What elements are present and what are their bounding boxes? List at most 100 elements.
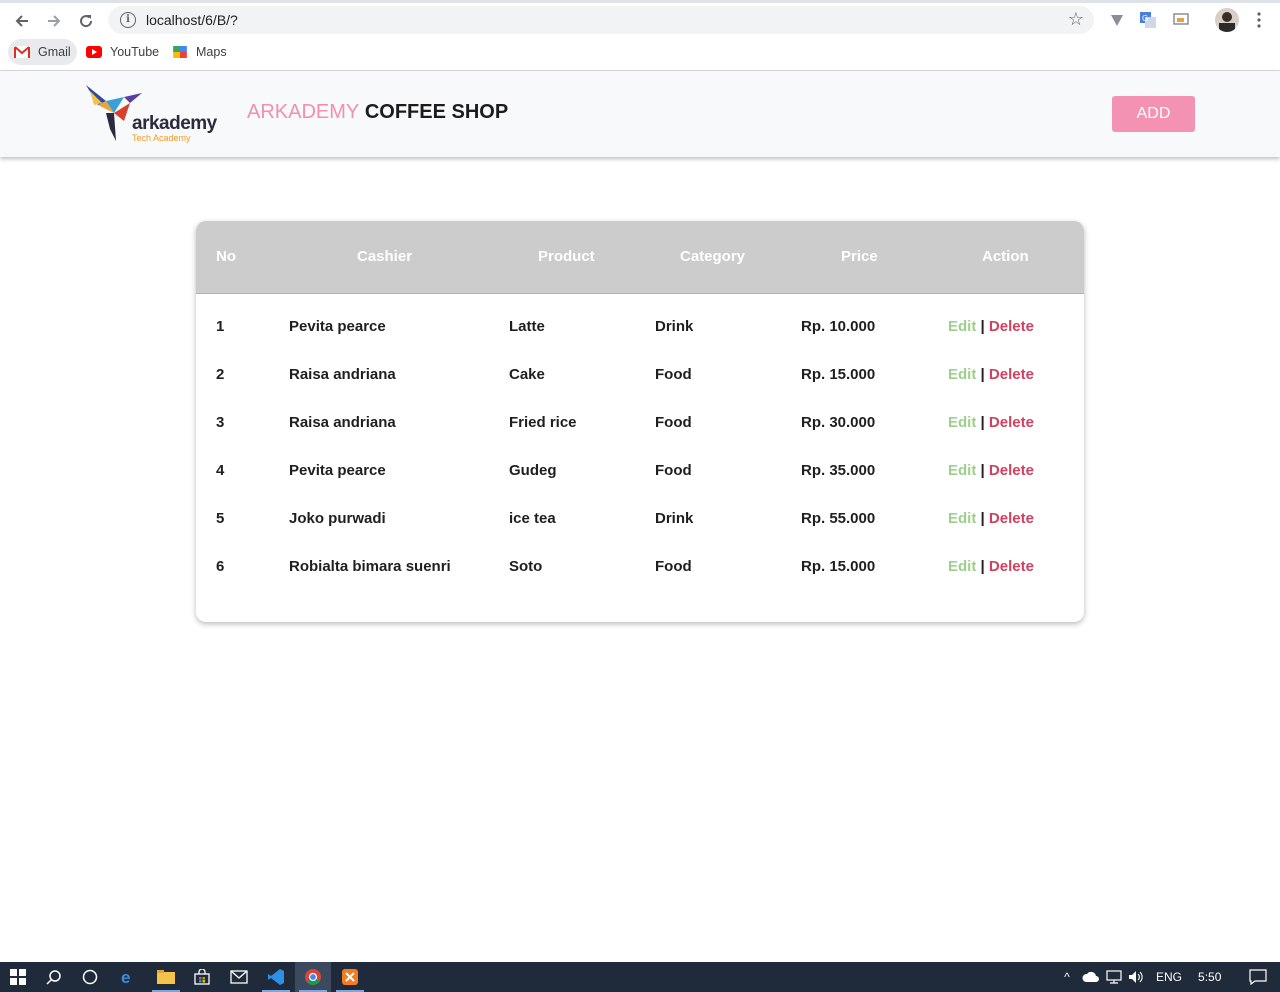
delete-link[interactable]: Delete: [989, 462, 1034, 479]
cell-price: Rp. 10.000: [801, 318, 876, 335]
logo-wordmark: arkademy: [132, 113, 217, 134]
cell-product: Soto: [509, 558, 543, 575]
reload-button[interactable]: [73, 8, 99, 34]
cell-no: 5: [216, 510, 225, 527]
search-icon: [46, 970, 61, 985]
page-title: ARKADEMY COFFEE SHOP: [247, 101, 508, 124]
table-row: 5 Joko purwadi ice tea Drink Rp. 55.000 …: [196, 510, 1084, 558]
add-button[interactable]: ADD: [1112, 96, 1195, 132]
cell-action: Edit | Delete: [948, 366, 1034, 384]
taskbar-xampp[interactable]: [332, 962, 368, 992]
cell-cashier: Robialta bimara suenri: [289, 558, 451, 575]
brand-main: COFFEE SHOP: [364, 101, 509, 123]
delete-link[interactable]: Delete: [989, 318, 1034, 335]
reload-icon: [80, 15, 93, 28]
profile-avatar[interactable]: [1215, 8, 1239, 32]
edit-link[interactable]: Edit: [948, 414, 976, 431]
forward-button[interactable]: [41, 8, 67, 34]
cell-action: Edit | Delete: [948, 414, 1034, 432]
edit-link[interactable]: Edit: [948, 558, 976, 575]
taskbar-file-explorer[interactable]: [148, 962, 184, 992]
cell-cashier: Joko purwadi: [289, 510, 386, 527]
maps-icon: [173, 46, 187, 58]
gmail-icon: [14, 46, 30, 58]
action-separator: |: [980, 318, 985, 335]
delete-link[interactable]: Delete: [989, 558, 1034, 575]
table-row: 4 Pevita pearce Gudeg Food Rp. 35.000 Ed…: [196, 462, 1084, 510]
menu-kebab-icon[interactable]: [1249, 10, 1269, 30]
notification-center-icon[interactable]: [1249, 969, 1267, 985]
info-icon[interactable]: i: [120, 12, 136, 28]
start-button[interactable]: [0, 962, 36, 992]
chevron-up-icon[interactable]: ^: [1058, 970, 1076, 984]
vscode-icon: [268, 969, 284, 985]
bookmark-label: YouTube: [110, 45, 160, 59]
cell-no: 4: [216, 462, 225, 479]
logo-tagline: Tech Academy: [132, 133, 191, 143]
vuetify-extension-icon[interactable]: [1107, 10, 1127, 30]
back-button[interactable]: [9, 8, 35, 34]
edit-link[interactable]: Edit: [948, 462, 976, 479]
cell-no: 1: [216, 318, 225, 335]
clock[interactable]: 5:50: [1198, 970, 1221, 984]
language-indicator[interactable]: ENG: [1156, 970, 1182, 984]
cast-extension-icon[interactable]: [1171, 10, 1191, 30]
search-button[interactable]: [36, 962, 72, 992]
cell-cashier: Pevita pearce: [289, 462, 386, 479]
edge-icon: e: [121, 968, 130, 986]
table-row: 2 Raisa andriana Cake Food Rp. 15.000 Ed…: [196, 366, 1084, 414]
tab-strip: [0, 0, 1280, 3]
taskbar-mail[interactable]: [221, 962, 257, 992]
translate-extension-icon[interactable]: G: [1138, 10, 1158, 30]
delete-link[interactable]: Delete: [989, 366, 1034, 383]
edit-link[interactable]: Edit: [948, 318, 976, 335]
delete-link[interactable]: Delete: [989, 414, 1034, 431]
edit-link[interactable]: Edit: [948, 510, 976, 527]
bookmark-label: Maps: [196, 45, 227, 59]
youtube-icon: [86, 46, 102, 58]
table-header: No Cashier Product Category Price Action: [196, 221, 1084, 294]
cell-price: Rp. 55.000: [801, 510, 876, 527]
delete-link[interactable]: Delete: [989, 510, 1034, 527]
cell-category: Drink: [655, 318, 694, 335]
mail-icon: [230, 970, 248, 984]
svg-text:e: e: [121, 968, 130, 986]
taskbar-edge[interactable]: e: [110, 962, 146, 992]
edit-link[interactable]: Edit: [948, 366, 976, 383]
bookmark-gmail[interactable]: Gmail: [8, 39, 77, 65]
brand-accent: ARKADEMY: [247, 101, 360, 123]
cell-product: Fried rice: [509, 414, 577, 431]
cell-category: Food: [655, 366, 692, 383]
taskbar: e ^ ENG 5:50: [0, 962, 1280, 992]
taskbar-vscode[interactable]: [258, 962, 294, 992]
table-row: 3 Raisa andriana Fried rice Food Rp. 30.…: [196, 414, 1084, 462]
bookmark-youtube[interactable]: YouTube: [80, 39, 165, 65]
address-bar[interactable]: i localhost/6/B/? ☆: [108, 6, 1094, 34]
onedrive-cloud-icon[interactable]: [1082, 971, 1100, 983]
task-view-button[interactable]: [72, 962, 108, 992]
taskbar-store[interactable]: [184, 962, 220, 992]
cell-cashier: Raisa andriana: [289, 414, 396, 431]
windows-logo-icon: [10, 969, 26, 985]
action-separator: |: [980, 366, 985, 383]
volume-icon[interactable]: [1128, 970, 1144, 984]
network-icon[interactable]: [1106, 970, 1122, 984]
cell-action: Edit | Delete: [948, 558, 1034, 576]
column-header-product: Product: [538, 248, 595, 265]
cell-action: Edit | Delete: [948, 462, 1034, 480]
store-bag-icon: [194, 969, 210, 985]
cell-category: Food: [655, 558, 692, 575]
bookmark-star-icon[interactable]: ☆: [1068, 9, 1084, 30]
bookmark-maps[interactable]: Maps: [166, 39, 233, 65]
cell-price: Rp. 30.000: [801, 414, 876, 431]
cell-product: ice tea: [509, 510, 556, 527]
arkademy-logo[interactable]: arkademy Tech Academy: [84, 83, 224, 145]
action-separator: |: [980, 414, 985, 431]
taskbar-chrome[interactable]: [295, 962, 331, 992]
cell-no: 3: [216, 414, 225, 431]
xampp-icon: [342, 969, 358, 985]
cell-price: Rp. 35.000: [801, 462, 876, 479]
cell-product: Gudeg: [509, 462, 557, 479]
folder-icon: [157, 970, 175, 984]
table-row: 6 Robialta bimara suenri Soto Food Rp. 1…: [196, 558, 1084, 606]
